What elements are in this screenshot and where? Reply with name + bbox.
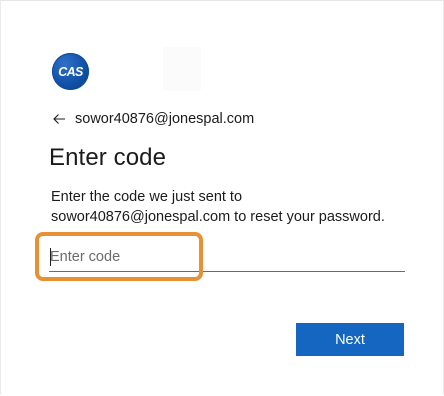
cas-logo-mark: CAS (58, 65, 84, 79)
next-button[interactable]: Next (296, 323, 404, 356)
page-title: Enter code (49, 144, 167, 171)
instruction-line-2: sowor40876@jonespal.com to reset your pa… (51, 209, 385, 225)
code-input[interactable] (49, 243, 405, 272)
instruction-text: Enter the code we just sent to sowor4087… (51, 187, 421, 227)
cas-logo: CAS (52, 53, 89, 90)
instruction-line-1: Enter the code we just sent to (51, 189, 243, 205)
arrow-left-icon[interactable] (52, 112, 66, 126)
back-link[interactable]: sowor40876@jonespal.com (52, 109, 254, 129)
logo-placeholder (163, 47, 201, 91)
account-email: sowor40876@jonespal.com (75, 111, 255, 127)
dialog-frame: CAS sowor40876@jonespal.com Enter code E… (0, 0, 444, 395)
text-cursor (50, 248, 51, 266)
cas-logo-text: CAS (58, 65, 84, 79)
